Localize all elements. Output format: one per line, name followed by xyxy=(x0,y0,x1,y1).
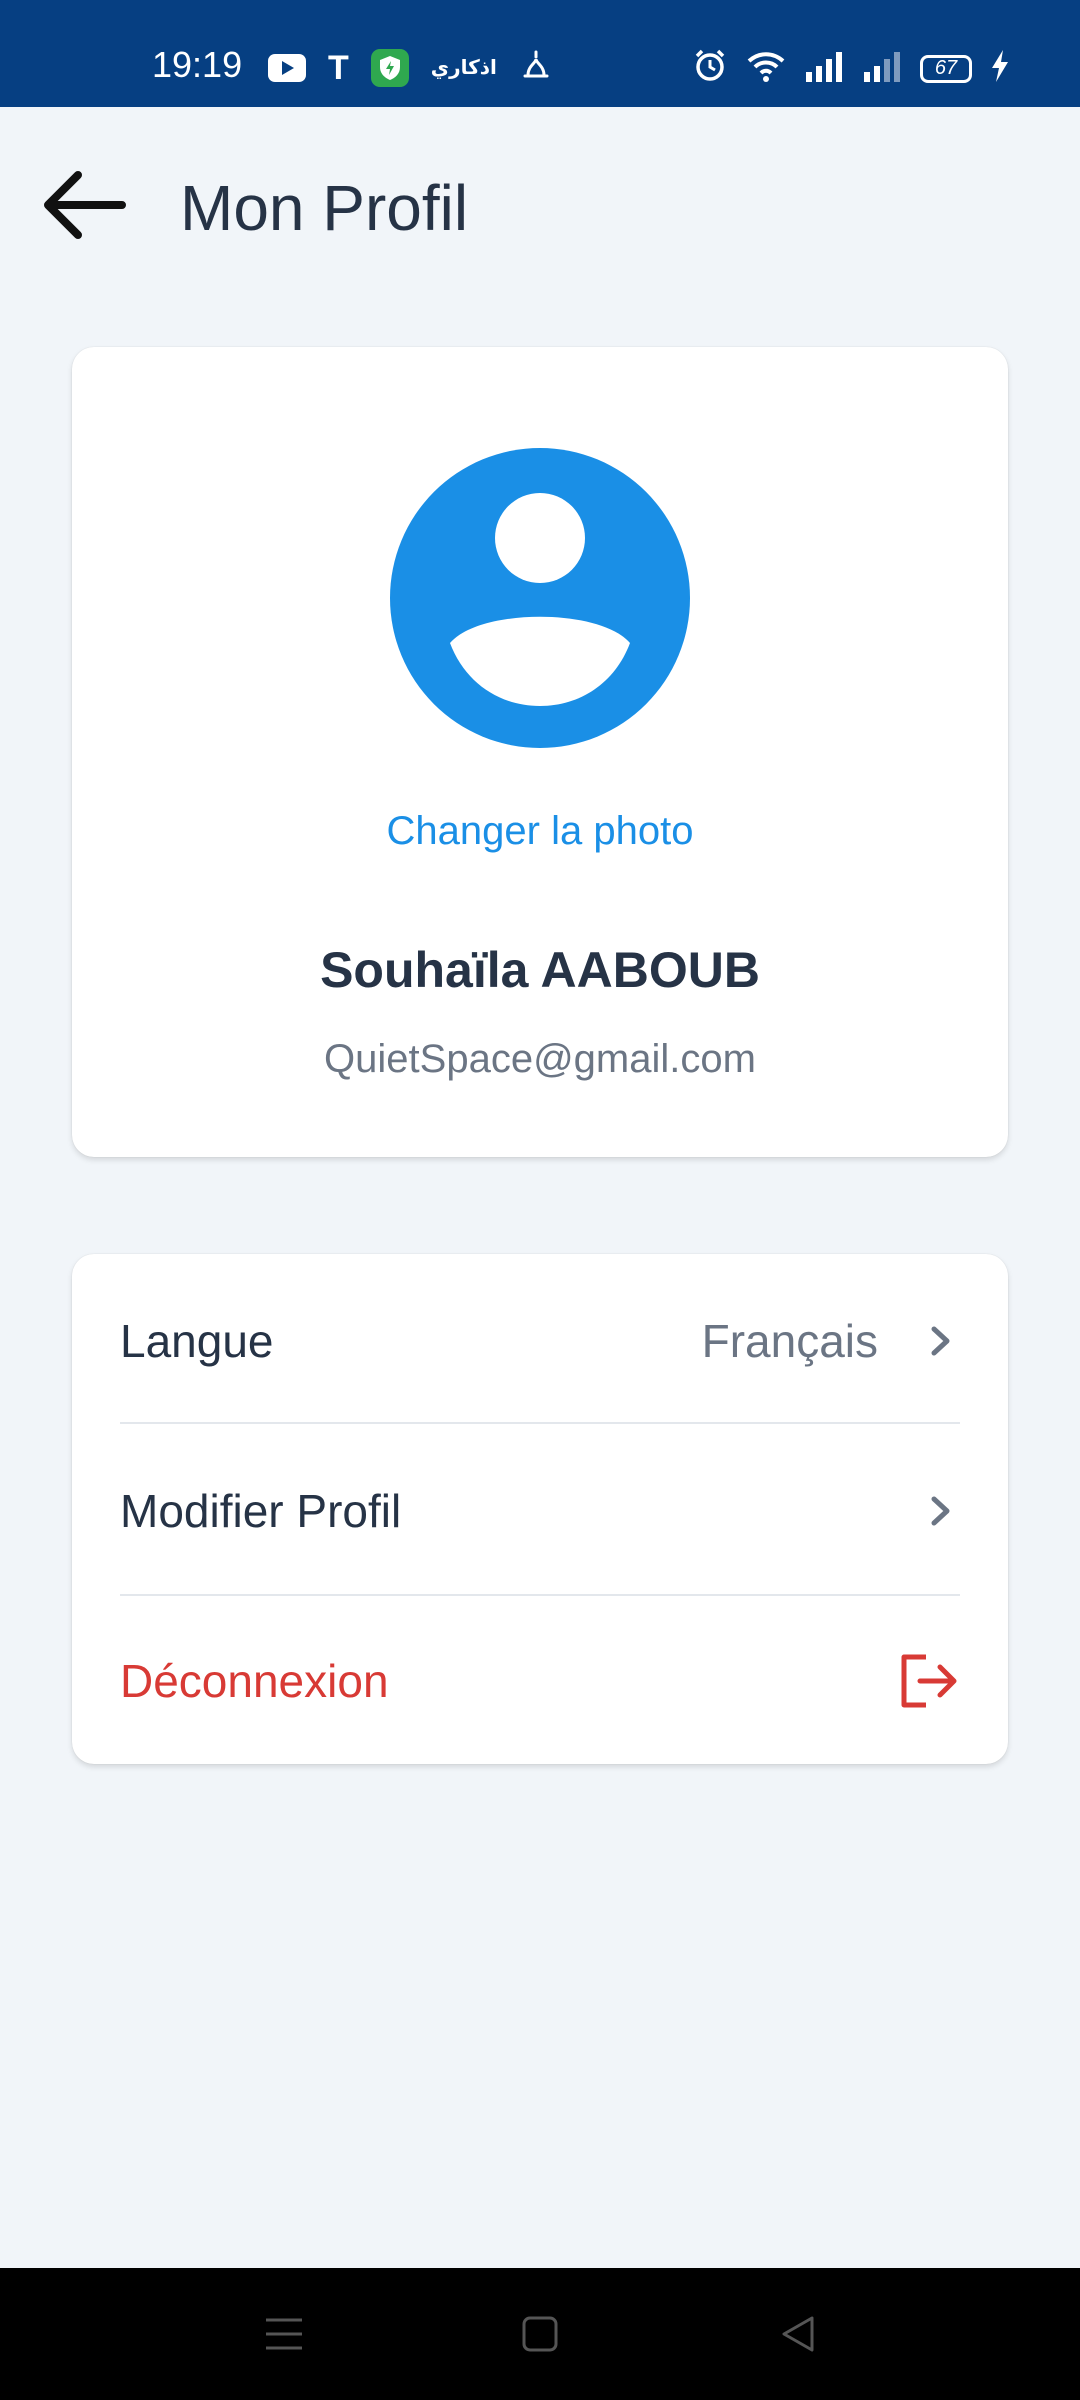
settings-card: Langue Français Modifier Profil Déconnex… xyxy=(72,1254,1008,1764)
signal-2-icon xyxy=(862,50,902,87)
chevron-right-icon xyxy=(931,1496,950,1526)
home-icon xyxy=(522,2316,558,2352)
wifi-icon xyxy=(746,49,786,88)
language-value: Français xyxy=(701,1315,878,1367)
charging-icon xyxy=(990,49,1010,88)
signal-icon xyxy=(804,50,844,87)
azkari-app-icon: اذكاري xyxy=(430,57,497,79)
divider xyxy=(120,1422,960,1424)
alarm-icon xyxy=(692,48,728,89)
page-title: Mon Profil xyxy=(180,172,469,244)
settings-row-label: Déconnexion xyxy=(120,1655,389,1707)
menu-button[interactable] xyxy=(262,2312,306,2356)
settings-row-label: Langue xyxy=(120,1315,274,1367)
mosque-icon xyxy=(519,48,553,87)
system-icons: 67 xyxy=(692,48,1010,89)
change-photo-link[interactable]: Changer la photo xyxy=(72,809,1008,854)
user-name: Souhaïla AABOUB xyxy=(320,942,760,998)
menu-icon xyxy=(266,2318,302,2350)
avatar[interactable] xyxy=(390,448,690,748)
shield-app-icon xyxy=(370,48,409,87)
status-bar: 19:19 T اذكاري 67 xyxy=(0,0,1080,107)
back-button[interactable] xyxy=(38,159,130,251)
status-time: 19:19 xyxy=(152,44,243,85)
settings-row-language[interactable]: Langue Français xyxy=(120,1256,960,1426)
back-nav-button[interactable] xyxy=(776,2312,820,2356)
profile-card: Changer la photo Souhaïla AABOUB QuietSp… xyxy=(72,347,1008,1157)
home-button[interactable] xyxy=(518,2312,562,2356)
settings-row-label: Modifier Profil xyxy=(120,1485,402,1537)
chevron-right-icon xyxy=(931,1326,950,1356)
youtube-icon xyxy=(268,53,306,82)
app-header: Mon Profil xyxy=(0,107,1080,297)
logout-icon xyxy=(901,1654,957,1708)
user-avatar-icon xyxy=(390,448,690,748)
battery-icon: 67 xyxy=(920,54,972,83)
user-email: QuietSpace@gmail.com xyxy=(324,1037,756,1081)
t-app-icon: T xyxy=(328,48,349,87)
settings-row-logout[interactable]: Déconnexion xyxy=(120,1596,960,1766)
arrow-left-icon xyxy=(44,171,126,239)
settings-row-edit-profile[interactable]: Modifier Profil xyxy=(120,1426,960,1596)
notification-icons: T اذكاري xyxy=(268,48,553,87)
navigation-bar xyxy=(0,2268,1080,2400)
back-triangle-icon xyxy=(782,2316,814,2352)
